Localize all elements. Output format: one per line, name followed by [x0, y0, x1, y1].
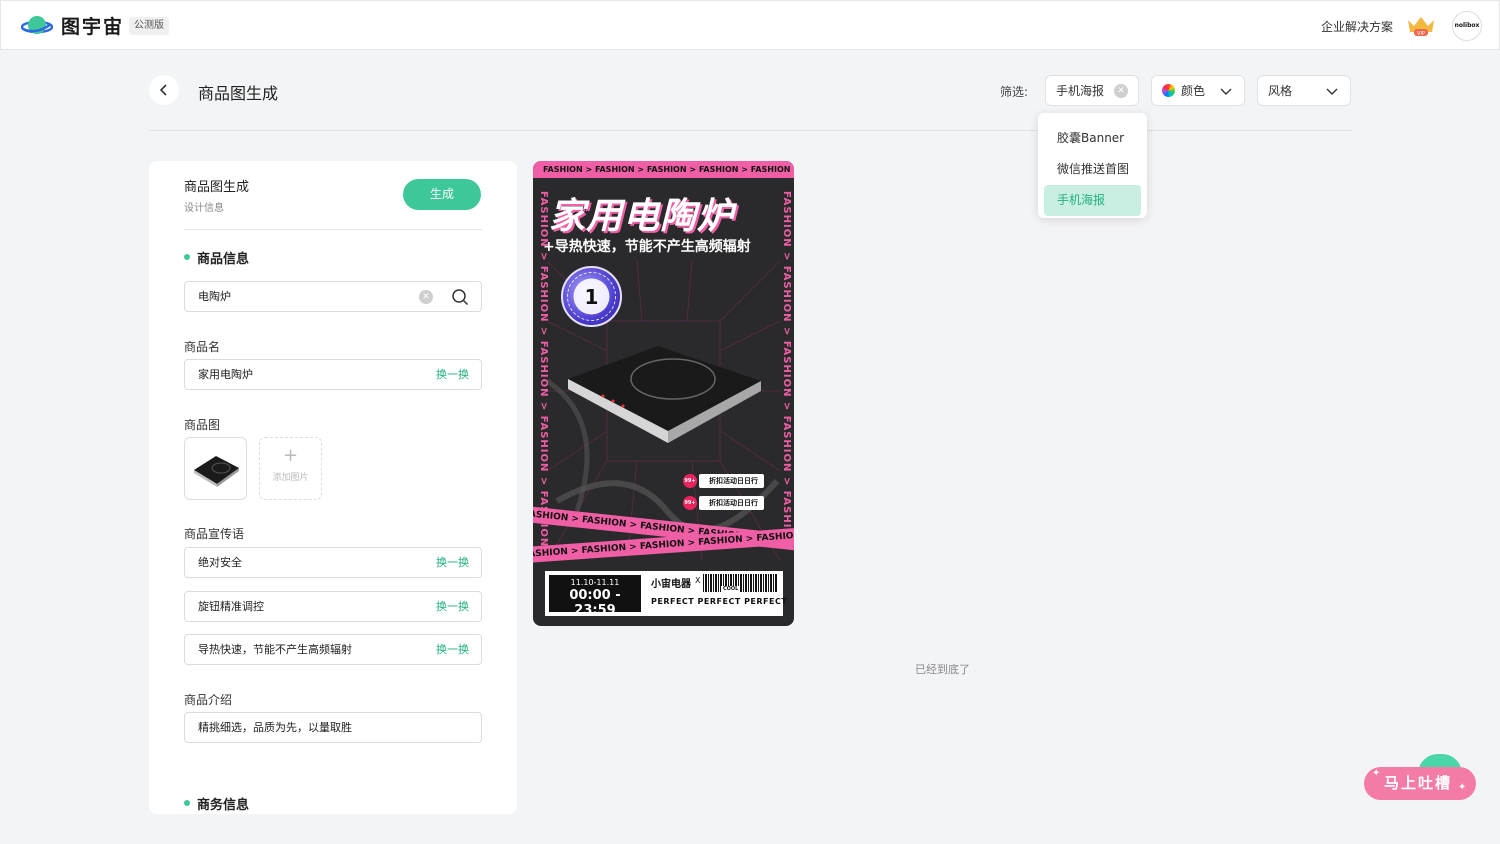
swap-slogan-button[interactable]: 换一换	[436, 635, 469, 664]
tag-badge: 99+	[683, 496, 697, 510]
product-name-field[interactable]: 家用电陶炉 换一换	[184, 359, 482, 390]
poster-top-band: FASHION > FASHION > FASHION > FASHION > …	[533, 161, 794, 178]
clear-filter-icon[interactable]: ✕	[1114, 84, 1128, 98]
product-info-heading: 商品信息	[184, 248, 249, 267]
vip-label: VIP	[1417, 31, 1425, 37]
back-button[interactable]	[149, 75, 179, 105]
poster-date: 11.10-11.11	[570, 578, 620, 587]
product-image-label: 商品图	[184, 418, 221, 432]
discount-tag: 折扣活动日日行	[699, 474, 764, 488]
header-divider	[149, 130, 1352, 131]
business-info-heading: 商务信息	[184, 794, 249, 813]
poster-brand: 小宙电器	[651, 579, 691, 590]
poster-side-text-right: FASHION > FASHION > FASHION > FASHION > …	[781, 191, 792, 548]
filter-type-select[interactable]: 手机海报 ✕	[1045, 75, 1139, 106]
swap-slogan-button[interactable]: 换一换	[436, 592, 469, 621]
color-wheel-icon	[1162, 84, 1175, 97]
filter-style-label: 风格	[1268, 84, 1293, 98]
filter-label: 筛选:	[1000, 85, 1029, 99]
intro-value: 精挑细选，品质为先，以量取胜	[198, 721, 352, 734]
swap-product-name-button[interactable]: 换一换	[436, 360, 469, 389]
slogan-value: 导热快速，节能不产生高频辐射	[198, 643, 352, 656]
product-image-thumbnail[interactable]	[184, 437, 247, 500]
add-image-label: 添加图片	[272, 473, 309, 483]
chevron-down-icon	[1220, 88, 1232, 95]
poster-brand-x: X	[695, 576, 701, 585]
poster-badge: 1	[561, 266, 622, 327]
panel-divider	[184, 229, 482, 230]
planet-logo-icon[interactable]	[21, 13, 53, 39]
page-title: 商品图生成	[198, 84, 279, 103]
slogan-field-3[interactable]: 导热快速，节能不产生高频辐射 换一换	[184, 634, 482, 665]
filter-style-select[interactable]: 风格	[1257, 75, 1351, 106]
product-name-value: 家用电陶炉	[198, 368, 253, 381]
search-icon[interactable]	[451, 288, 469, 306]
poster-time: 00:00 - 23:59	[569, 588, 621, 618]
intro-field[interactable]: 精挑细选，品质为先，以量取胜	[184, 712, 482, 743]
vip-crown-icon[interactable]: VIP	[1405, 14, 1437, 38]
product-name-label: 商品名	[184, 340, 221, 354]
sparkle-icon: ✦	[1458, 782, 1467, 793]
chevron-down-icon	[1326, 88, 1338, 95]
plus-icon: +	[282, 445, 299, 466]
cooktop-image	[194, 456, 239, 487]
badge-number: 1	[584, 285, 599, 309]
beta-badge: 公测版	[129, 17, 169, 35]
filter-color-select[interactable]: 颜色	[1151, 75, 1245, 106]
dropdown-item-mobile-poster[interactable]: 手机海报	[1044, 185, 1141, 216]
intro-label: 商品介绍	[184, 693, 233, 707]
chevron-left-icon	[159, 84, 167, 96]
swap-slogan-button[interactable]: 换一换	[436, 548, 469, 577]
slogan-field-2[interactable]: 旋钮精准调控 换一换	[184, 591, 482, 622]
panel-title: 商品图生成	[184, 180, 250, 195]
sparkle-icon: ✦	[1372, 768, 1381, 779]
product-search-input[interactable]: 电陶炉 ✕	[184, 281, 482, 312]
end-of-list-text: 已经到底了	[915, 663, 970, 676]
poster-cool-tag: COOL	[721, 586, 741, 592]
app-name[interactable]: 图宇宙	[61, 12, 124, 39]
slogan-field-1[interactable]: 绝对安全 换一换	[184, 547, 482, 578]
poster-title: 家用电陶炉	[549, 196, 735, 237]
add-image-button[interactable]: + 添加图片	[259, 437, 322, 500]
slogan-value: 绝对安全	[198, 556, 242, 569]
clear-search-icon[interactable]: ✕	[419, 290, 433, 304]
type-dropdown-menu: 胶囊Banner 微信推送首图 手机海报	[1038, 113, 1147, 218]
discount-tag: 折扣活动日日行	[699, 496, 764, 510]
poster-perfect-text: PERFECT PERFECT PERFECT	[651, 597, 788, 606]
cooktop-product-image	[568, 346, 761, 443]
design-info-panel: 商品图生成 设计信息 生成 商品信息 电陶炉 ✕ 商品名 家用电陶炉 换一换 商…	[149, 161, 517, 814]
slogan-label: 商品宣传语	[184, 527, 245, 541]
poster-subtitle: +导热快速，节能不产生高频辐射	[543, 239, 751, 255]
filter-type-value: 手机海报	[1056, 84, 1105, 98]
dropdown-item-capsule-banner[interactable]: 胶囊Banner	[1044, 123, 1141, 154]
search-value: 电陶炉	[198, 290, 231, 303]
slogan-value: 旋钮精准调控	[198, 600, 264, 613]
poster-bottom-bar: 11.10-11.11 00:00 - 23:59 小宙电器 X COOL PE…	[545, 571, 787, 618]
poster-time-box: 11.10-11.11 00:00 - 23:59	[549, 575, 641, 618]
panel-subtitle: 设计信息	[184, 203, 224, 214]
user-avatar[interactable]: nolibox	[1452, 11, 1482, 41]
top-bar: 图宇宙 公测版 企业解决方案 VIP nolibox	[0, 0, 1500, 50]
enterprise-solutions-link[interactable]: 企业解决方案	[1321, 18, 1393, 35]
generate-button[interactable]: 生成	[403, 179, 481, 210]
poster-preview[interactable]: FASHION > FASHION > FASHION > FASHION > …	[533, 161, 794, 626]
filter-color-label: 颜色	[1181, 84, 1206, 98]
dropdown-item-wechat-cover[interactable]: 微信推送首图	[1044, 154, 1141, 185]
tag-badge: 99+	[683, 474, 697, 488]
